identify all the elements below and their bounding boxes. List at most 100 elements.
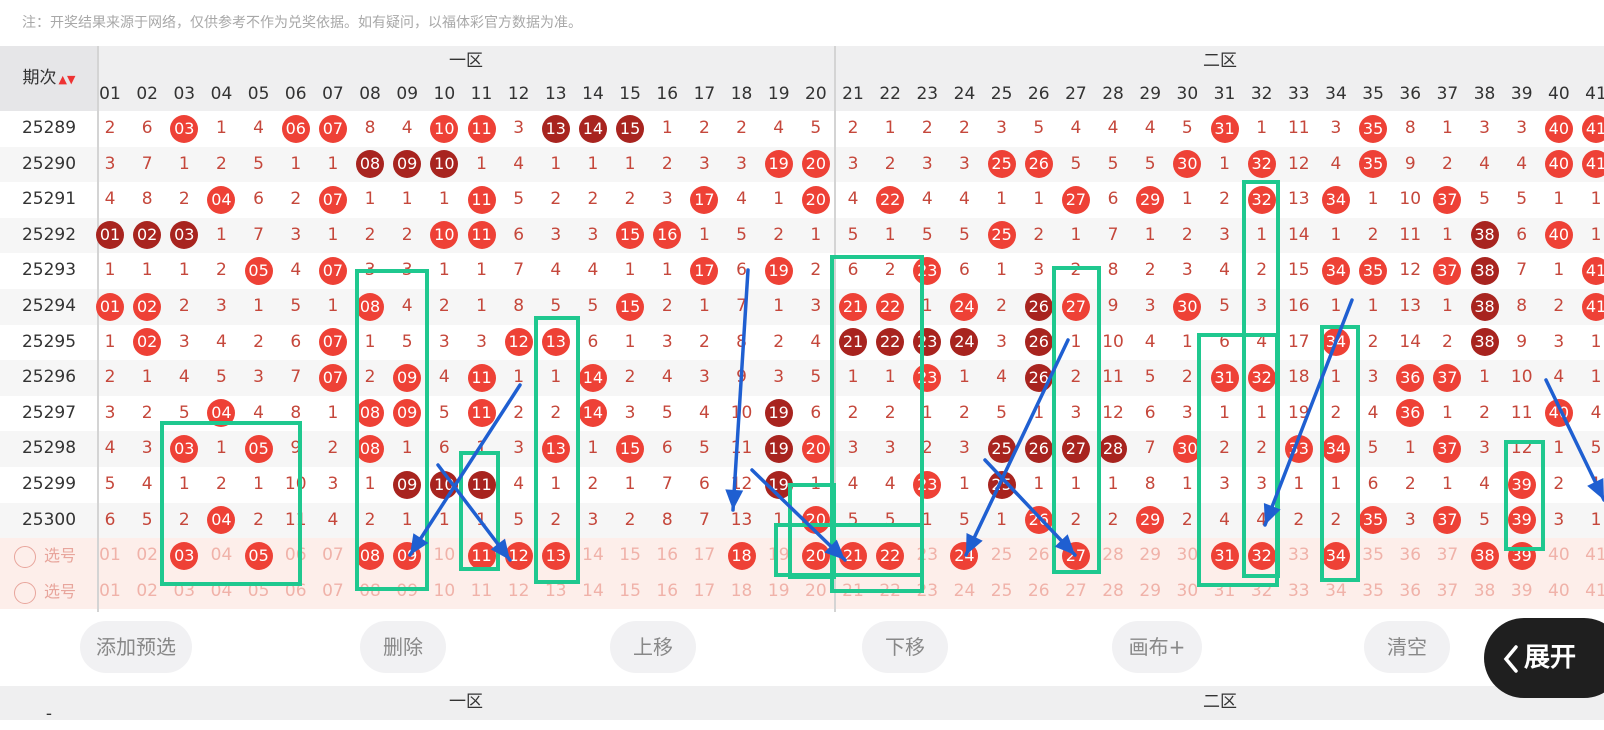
selectable-number[interactable]: 35: [1355, 538, 1392, 573]
selectable-number[interactable]: 21: [834, 574, 871, 609]
selected-number-ball[interactable]: 09: [393, 541, 422, 570]
selectable-number[interactable]: 01: [91, 538, 128, 573]
selectable-number[interactable]: 16: [649, 574, 686, 609]
table-cell: 2: [1441, 331, 1453, 352]
selectable-number[interactable]: 35: [1355, 574, 1392, 609]
selectable-number[interactable]: 05: [240, 574, 277, 609]
selected-number-ball[interactable]: 05: [244, 541, 273, 570]
table-cell: 3: [178, 331, 190, 352]
clear-button[interactable]: 清空: [1364, 621, 1450, 673]
selectable-number[interactable]: 41: [1577, 574, 1604, 609]
selectable-number[interactable]: 04: [203, 574, 240, 609]
selectable-number[interactable]: 25: [983, 574, 1020, 609]
selectable-number[interactable]: 29: [1132, 574, 1169, 609]
selectable-number[interactable]: 33: [1280, 538, 1317, 573]
selected-number-ball[interactable]: 08: [356, 541, 385, 570]
selectable-number[interactable]: 37: [1429, 538, 1466, 573]
move-down-button[interactable]: 下移: [862, 621, 948, 673]
selectable-number[interactable]: 37: [1429, 574, 1466, 609]
selectable-number[interactable]: 32: [1243, 574, 1280, 609]
selected-number-ball[interactable]: 20: [801, 541, 830, 570]
selectable-number[interactable]: 26: [1020, 538, 1057, 573]
selectable-number[interactable]: 28: [1094, 538, 1131, 573]
selectable-number[interactable]: 10: [426, 538, 463, 573]
selectable-number[interactable]: 23: [909, 538, 946, 573]
column-header: 19: [767, 84, 790, 104]
selectable-number[interactable]: 15: [612, 574, 649, 609]
selectable-number[interactable]: 07: [314, 538, 351, 573]
selectable-number[interactable]: 03: [166, 574, 203, 609]
selected-number-ball[interactable]: 24: [950, 541, 979, 570]
selectable-number[interactable]: 30: [1169, 538, 1206, 573]
selectable-number[interactable]: 24: [946, 574, 983, 609]
number-ball: 11: [467, 185, 496, 214]
selectable-number[interactable]: 20: [797, 574, 834, 609]
selectable-number[interactable]: 08: [351, 574, 388, 609]
selectable-number[interactable]: 10: [426, 574, 463, 609]
selected-number-ball[interactable]: 22: [876, 541, 905, 570]
selectable-number[interactable]: 15: [612, 538, 649, 573]
selectable-number[interactable]: 40: [1540, 574, 1577, 609]
selectable-number[interactable]: 11: [463, 574, 500, 609]
selectable-number[interactable]: 18: [723, 574, 760, 609]
select-number-row[interactable]: 选号: [0, 574, 98, 609]
selected-number-ball[interactable]: 39: [1507, 541, 1536, 570]
selectable-number[interactable]: 23: [909, 574, 946, 609]
selectable-number[interactable]: 27: [1057, 574, 1094, 609]
radio-circle[interactable]: [14, 581, 36, 604]
selectable-number[interactable]: 22: [872, 574, 909, 609]
selectable-number[interactable]: 09: [389, 574, 426, 609]
selectable-number[interactable]: 28: [1094, 574, 1131, 609]
selected-number-ball[interactable]: 27: [1061, 541, 1090, 570]
selected-number-ball[interactable]: 38: [1470, 541, 1499, 570]
selectable-number[interactable]: 02: [129, 574, 166, 609]
selectable-number[interactable]: 38: [1466, 574, 1503, 609]
selectable-number[interactable]: 01: [91, 574, 128, 609]
selectable-number[interactable]: 25: [983, 538, 1020, 573]
selected-number-ball[interactable]: 34: [1321, 541, 1350, 570]
selectable-number[interactable]: 17: [686, 538, 723, 573]
selectable-number[interactable]: 17: [686, 574, 723, 609]
selectable-number[interactable]: 40: [1540, 538, 1577, 573]
selectable-number[interactable]: 33: [1280, 574, 1317, 609]
selectable-number[interactable]: 06: [277, 538, 314, 573]
selectable-number[interactable]: 41: [1577, 538, 1604, 573]
select-number-row[interactable]: 选号: [0, 538, 98, 573]
radio-circle[interactable]: [14, 546, 36, 569]
selectable-number[interactable]: 14: [574, 574, 611, 609]
selectable-number[interactable]: 34: [1317, 574, 1354, 609]
selectable-number[interactable]: 19: [760, 538, 797, 573]
period-header[interactable]: 期次 ▲▼: [0, 62, 98, 94]
selectable-number[interactable]: 04: [203, 538, 240, 573]
add-preselection-button[interactable]: 添加预选: [80, 621, 192, 673]
move-up-button[interactable]: 上移: [610, 621, 696, 673]
selectable-number[interactable]: 26: [1020, 574, 1057, 609]
selectable-number[interactable]: 07: [314, 574, 351, 609]
selectable-number[interactable]: 16: [649, 538, 686, 573]
selectable-number[interactable]: 29: [1132, 538, 1169, 573]
selected-number-ball[interactable]: 12: [504, 541, 533, 570]
selectable-number[interactable]: 36: [1392, 574, 1429, 609]
selectable-number[interactable]: 31: [1206, 574, 1243, 609]
selected-number-ball[interactable]: 18: [727, 541, 756, 570]
selectable-number[interactable]: 13: [537, 574, 574, 609]
selectable-number[interactable]: 19: [760, 574, 797, 609]
selected-number-ball[interactable]: 03: [170, 541, 199, 570]
selected-number-ball[interactable]: 21: [839, 541, 867, 570]
expand-button[interactable]: 展开: [1484, 618, 1604, 698]
selected-number-ball[interactable]: 11: [467, 541, 496, 570]
delete-button[interactable]: 删除: [360, 621, 446, 673]
selectable-number[interactable]: 14: [574, 538, 611, 573]
selected-number-ball[interactable]: 31: [1210, 541, 1239, 570]
period-label: 25296: [21, 367, 77, 388]
selected-number-ball[interactable]: 13: [541, 541, 570, 570]
selected-number-ball[interactable]: 32: [1247, 541, 1276, 570]
selectable-number[interactable]: 02: [129, 538, 166, 573]
selectable-number[interactable]: 06: [277, 574, 314, 609]
selectable-number[interactable]: 12: [500, 574, 537, 609]
selectable-number[interactable]: 36: [1392, 538, 1429, 573]
canvas-plus-button[interactable]: 画布+: [1112, 621, 1202, 673]
table-cell: 1: [624, 331, 636, 352]
selectable-number[interactable]: 39: [1503, 574, 1540, 609]
selectable-number[interactable]: 30: [1169, 574, 1206, 609]
